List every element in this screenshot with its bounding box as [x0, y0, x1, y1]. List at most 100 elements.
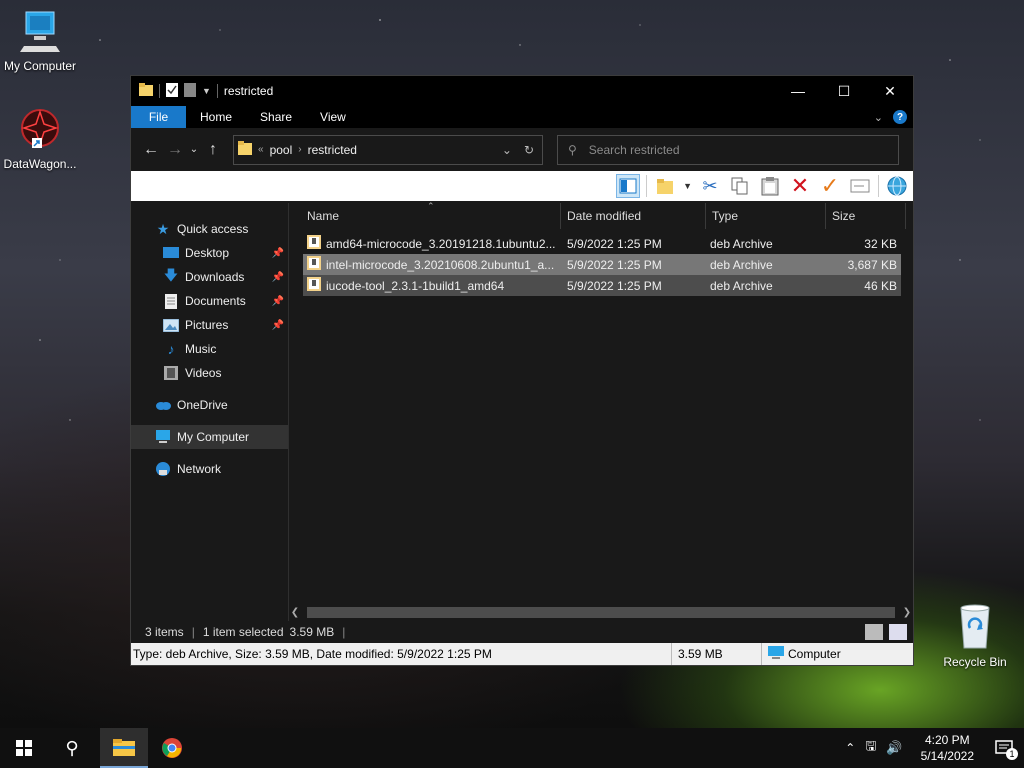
tab-home[interactable]: Home: [186, 106, 246, 128]
close-button[interactable]: ✕: [867, 76, 913, 106]
tray-expand-icon[interactable]: ⌃: [845, 741, 855, 755]
copy-button[interactable]: [728, 174, 752, 198]
desktop-icon-recycle-bin[interactable]: Recycle Bin: [935, 602, 1015, 669]
scroll-right-icon[interactable]: ❯: [901, 607, 913, 618]
recent-locations-button[interactable]: ⌄: [187, 144, 201, 155]
large-icons-view-button[interactable]: [889, 624, 907, 640]
breadcrumb-pool[interactable]: pool: [270, 143, 293, 157]
search-box[interactable]: ⚲: [557, 134, 899, 165]
file-explorer-window: ▼ restricted — ☐ ✕ File Home Share View …: [130, 75, 914, 666]
table-row[interactable]: amd64-microcode_3.20191218.1ubuntu2... 5…: [303, 233, 901, 254]
search-taskbar-button[interactable]: ⚲: [48, 728, 96, 768]
address-bar[interactable]: « pool › restricted ⌄ ↻: [233, 134, 543, 165]
breadcrumb-restricted[interactable]: restricted: [308, 143, 357, 157]
views-dropdown-icon[interactable]: ▼: [683, 181, 692, 191]
desktop-icon-my-computer[interactable]: My Computer: [0, 8, 80, 73]
archive-file-icon: [307, 256, 321, 273]
up-button[interactable]: ↑: [201, 141, 225, 159]
taskbar-chrome[interactable]: [148, 728, 196, 768]
nav-my-computer[interactable]: My Computer: [131, 425, 288, 449]
action-center-button[interactable]: 1: [992, 736, 1018, 760]
clipboard-icon: [761, 177, 779, 196]
maximize-button[interactable]: ☐: [821, 76, 867, 106]
taskbar-file-explorer[interactable]: [100, 728, 148, 768]
nav-onedrive[interactable]: OneDrive: [131, 393, 288, 417]
cut-button[interactable]: ✂: [698, 174, 722, 198]
sort-up-icon: ⌃: [427, 201, 435, 211]
column-header-size[interactable]: Size: [826, 203, 906, 229]
volume-icon[interactable]: 🔊: [886, 740, 902, 756]
nav-label: Videos: [185, 366, 222, 380]
desktop-icon-datawagon[interactable]: DataWagon...: [0, 106, 80, 171]
table-row[interactable]: iucode-tool_2.3.1-1build1_amd64 5/9/2022…: [303, 275, 901, 296]
address-dropdown-icon[interactable]: ⌄: [502, 143, 512, 157]
chevron-right-icon[interactable]: ›: [298, 144, 301, 155]
column-label: Date modified: [567, 209, 642, 223]
nav-downloads[interactable]: 🡇 Downloads 📌: [131, 265, 288, 289]
preview-pane-button[interactable]: [616, 174, 641, 198]
nav-music[interactable]: ♪ Music: [131, 337, 288, 361]
expand-ribbon-icon[interactable]: ⌄: [874, 111, 883, 124]
folder-view-icon: [657, 179, 674, 194]
customize-toolbar-icon[interactable]: ▼: [202, 86, 211, 96]
start-button[interactable]: [0, 728, 48, 768]
minimize-button[interactable]: —: [775, 76, 821, 106]
search-icon: ⚲: [568, 142, 577, 157]
search-icon: ⚲: [65, 737, 79, 758]
star-icon: ★: [156, 220, 170, 237]
nav-documents[interactable]: Documents 📌: [131, 289, 288, 313]
taskbar: ⚲ ⌃ 🖫 🔊 4:20 PM 5/14/2022 1: [0, 728, 1024, 768]
rename-button[interactable]: [848, 174, 872, 198]
network-globe-button[interactable]: [885, 174, 909, 198]
refresh-icon[interactable]: ↻: [524, 143, 534, 157]
column-header-name[interactable]: Name ⌃: [289, 201, 561, 229]
forward-button[interactable]: →: [163, 141, 187, 159]
views-button[interactable]: [653, 174, 677, 198]
help-icon[interactable]: ?: [893, 110, 907, 124]
navigation-pane[interactable]: ★ Quick access Desktop 📌 🡇 Downloads 📌 D…: [131, 203, 289, 621]
details-view-button[interactable]: [865, 624, 883, 640]
back-button[interactable]: ←: [139, 141, 163, 159]
nav-label: Music: [185, 342, 217, 356]
network-tray-icon[interactable]: 🖫: [865, 737, 876, 759]
table-row[interactable]: intel-microcode_3.20210608.2ubuntu1_a...…: [303, 254, 901, 275]
nav-desktop[interactable]: Desktop 📌: [131, 241, 288, 265]
title-bar[interactable]: ▼ restricted — ☐ ✕: [131, 76, 913, 106]
film-icon: [163, 365, 179, 381]
file-list-pane[interactable]: Name ⌃ Date modified Type Size amd64-mic…: [289, 201, 913, 621]
quick-access-toolbar: ▼: [139, 82, 218, 100]
breadcrumb-overflow[interactable]: «: [258, 144, 264, 155]
delete-button[interactable]: ✕: [788, 173, 812, 198]
tab-view[interactable]: View: [306, 106, 360, 128]
tab-share[interactable]: Share: [246, 106, 306, 128]
nav-network[interactable]: Network: [131, 457, 288, 481]
status-bar: 3 items | 1 item selected 3.59 MB |: [131, 621, 913, 643]
pin-icon[interactable]: 📌: [272, 320, 284, 331]
pin-icon[interactable]: 📌: [272, 272, 284, 283]
globe-icon: [887, 176, 907, 196]
scissors-icon: ✂: [702, 175, 718, 196]
nav-pictures[interactable]: Pictures 📌: [131, 313, 288, 337]
horizontal-scrollbar[interactable]: ❮ ❯: [289, 604, 913, 621]
pin-icon[interactable]: 📌: [272, 296, 284, 307]
paste-button[interactable]: [758, 174, 782, 198]
nav-videos[interactable]: Videos: [131, 361, 288, 385]
scrollbar-thumb[interactable]: [307, 607, 895, 618]
column-header-date[interactable]: Date modified: [561, 203, 706, 229]
clock[interactable]: 4:20 PM 5/14/2022: [913, 732, 982, 764]
tab-file[interactable]: File: [131, 106, 186, 128]
scroll-left-icon[interactable]: ❮: [289, 607, 301, 618]
column-header-type[interactable]: Type: [706, 203, 826, 229]
nav-quick-access[interactable]: ★ Quick access: [131, 217, 288, 241]
file-name: intel-microcode_3.20210608.2ubuntu1_a...: [326, 257, 555, 272]
accept-button[interactable]: ✓: [818, 173, 842, 198]
pin-icon[interactable]: 📌: [272, 248, 284, 259]
toolbar: ▼ ✂ ✕ ✓: [131, 171, 913, 201]
desktop-icon: [163, 245, 179, 261]
properties-icon[interactable]: [166, 82, 178, 100]
chrome-icon: [162, 738, 182, 758]
search-input[interactable]: [588, 142, 869, 157]
column-label: Type: [712, 209, 739, 223]
new-folder-icon[interactable]: [184, 82, 196, 100]
desktop-icon-label: Recycle Bin: [943, 655, 1007, 669]
